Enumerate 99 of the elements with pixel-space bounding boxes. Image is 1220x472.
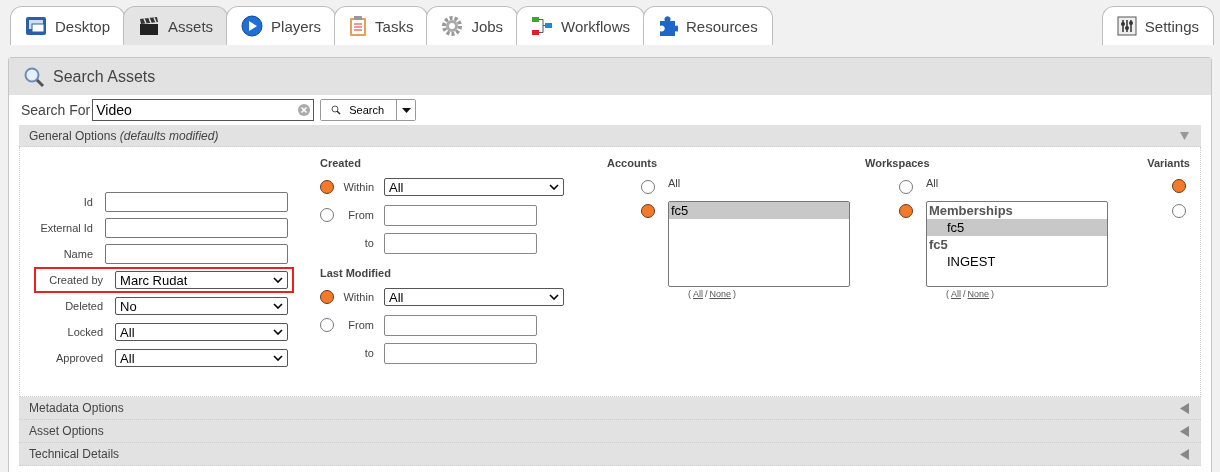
tab[interactable]: Workflows — [516, 6, 645, 45]
field-label: Deleted — [64, 300, 104, 312]
radio-button[interactable] — [899, 204, 913, 218]
list-option[interactable]: INGEST — [927, 253, 1107, 270]
search-button[interactable]: Search — [321, 100, 398, 120]
search-icon — [331, 105, 342, 115]
tab[interactable]: Players — [226, 6, 337, 45]
tab[interactable]: Resources — [643, 6, 773, 45]
punctuation: ) — [733, 289, 737, 299]
group-title: Accounts — [607, 157, 659, 171]
sliders-icon — [1116, 16, 1137, 36]
group-title: Created — [320, 157, 362, 171]
list-group-label: Memberships — [928, 202, 1014, 219]
radio-label: From — [347, 319, 374, 331]
puzzle-icon — [658, 15, 678, 37]
settings-tab[interactable]: Settings — [1101, 6, 1214, 45]
section-header[interactable]: Asset Options — [19, 420, 1201, 443]
caret-icon — [273, 277, 283, 283]
radio-button[interactable] — [320, 318, 334, 332]
field-label: External Id — [39, 222, 93, 234]
date-field[interactable] — [384, 314, 537, 336]
punctuation: / — [963, 289, 966, 299]
clapperboard-icon — [138, 16, 161, 36]
list-option[interactable]: fc5 — [669, 202, 849, 219]
select-field[interactable]: Marc Rudat — [115, 271, 288, 289]
play-icon — [241, 15, 264, 37]
expand-icon — [1180, 448, 1189, 460]
tab[interactable]: Desktop — [10, 6, 126, 45]
radio-label: Within — [342, 291, 374, 303]
radio-label: Within — [342, 181, 374, 193]
select-field[interactable]: All — [115, 349, 288, 367]
field-label: to — [363, 237, 374, 249]
date-field[interactable] — [384, 342, 537, 364]
select-field[interactable]: All — [384, 178, 564, 196]
field-label: Name — [62, 248, 93, 260]
punctuation: / — [705, 289, 708, 299]
select-field[interactable]: No — [115, 297, 288, 315]
radio-button[interactable] — [899, 180, 913, 194]
tab[interactable]: Assets — [123, 6, 229, 45]
caret-icon — [273, 329, 283, 335]
group-title: Last Modified — [320, 267, 392, 281]
expand-icon — [1180, 402, 1189, 414]
radio-button[interactable] — [1172, 204, 1186, 218]
date-field[interactable] — [384, 204, 537, 226]
radio-button[interactable] — [1172, 179, 1186, 193]
gear-icon — [441, 15, 464, 37]
list-box[interactable]: Memberships fc5 fc5 INGEST — [926, 201, 1108, 287]
clipboard-icon — [349, 15, 368, 37]
section-header[interactable]: Metadata Options — [19, 397, 1201, 420]
group-title: Variants — [1147, 157, 1190, 171]
radio-button[interactable] — [641, 204, 655, 218]
search-label: Search For — [21, 102, 91, 118]
select-field[interactable]: All — [115, 323, 288, 341]
list-option[interactable]: fc5 — [927, 219, 1107, 236]
expand-icon — [1180, 425, 1189, 437]
tab[interactable]: Jobs — [426, 6, 519, 45]
field-label: Created by — [48, 274, 104, 286]
select-link[interactable]: None — [709, 289, 732, 299]
section-header[interactable]: General Options (defaults modified) — [19, 125, 1201, 147]
search-field[interactable]: Video — [92, 99, 315, 121]
field-label: Approved — [55, 352, 104, 364]
list-box[interactable]: fc5 — [668, 201, 850, 287]
section-header[interactable]: Technical Details — [19, 443, 1201, 466]
input-field[interactable] — [105, 192, 288, 212]
monitor-icon — [25, 16, 47, 36]
field-label: Locked — [66, 326, 104, 338]
radio-label: From — [347, 209, 374, 221]
group-title: Workspaces — [865, 157, 931, 171]
punctuation: ( — [946, 289, 949, 299]
clear-icon[interactable] — [298, 104, 311, 116]
select-link[interactable]: None — [967, 289, 990, 299]
radio-button[interactable] — [641, 180, 655, 194]
radio-button[interactable] — [320, 180, 334, 194]
radio-label: All — [668, 177, 681, 189]
caret-icon — [401, 107, 411, 113]
list-group-label: fc5 — [928, 236, 949, 253]
input-field[interactable] — [105, 244, 288, 264]
panel-title: Search Assets — [53, 67, 156, 86]
input-field[interactable] — [105, 218, 288, 238]
caret-icon — [273, 355, 283, 361]
expand-icon — [1180, 131, 1189, 140]
punctuation: ( — [688, 289, 691, 299]
tab[interactable]: Tasks — [334, 6, 429, 45]
magnifier-icon — [23, 65, 45, 88]
caret-icon — [549, 294, 559, 300]
flowchart-icon — [531, 16, 554, 36]
punctuation: ) — [991, 289, 995, 299]
section-title: General Options (defaults modified) — [29, 128, 219, 143]
select-link[interactable]: All — [693, 289, 703, 299]
select-link[interactable]: All — [951, 289, 961, 299]
select-field[interactable]: All — [384, 288, 564, 306]
radio-label: All — [926, 177, 939, 189]
field-label: to — [363, 347, 374, 359]
date-field[interactable] — [384, 232, 537, 254]
radio-button[interactable] — [320, 208, 334, 222]
field-label: Id — [82, 196, 93, 208]
caret-icon — [273, 303, 283, 309]
radio-button[interactable] — [320, 290, 334, 304]
caret-icon — [549, 184, 559, 190]
